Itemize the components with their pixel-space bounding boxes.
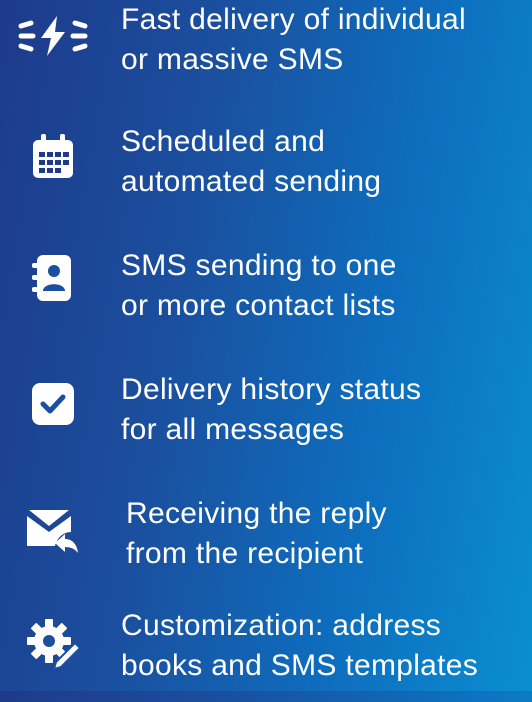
feature-text: Fast delivery of individual or massive S… bbox=[121, 0, 466, 80]
feature-line-1: Receiving the reply bbox=[126, 497, 387, 530]
feature-text: Scheduled and automated sending bbox=[121, 122, 381, 202]
feature-item-customization: Customization: address books and SMS tem… bbox=[0, 602, 532, 702]
feature-line-1: Fast delivery of individual bbox=[121, 3, 466, 36]
feature-text: SMS sending to one or more contact lists bbox=[121, 246, 397, 326]
settings-pen-icon bbox=[10, 614, 96, 674]
lightning-icon bbox=[10, 6, 96, 66]
feature-line-1: Scheduled and bbox=[121, 125, 326, 158]
feature-line-1: Delivery history status bbox=[121, 373, 422, 406]
mail-reply-icon bbox=[10, 498, 96, 558]
feature-line-1: Customization: address bbox=[121, 609, 442, 642]
feature-line-2: or massive SMS bbox=[121, 43, 344, 76]
feature-item-contact-lists: SMS sending to one or more contact lists bbox=[0, 240, 532, 340]
feature-line-2: from the recipient bbox=[126, 537, 364, 570]
feature-line-2: or more contact lists bbox=[121, 289, 396, 322]
feature-item-fast-delivery: Fast delivery of individual or massive S… bbox=[0, 0, 532, 100]
feature-text: Delivery history status for all messages bbox=[121, 370, 421, 450]
checkbox-icon bbox=[10, 374, 96, 434]
feature-line-1: SMS sending to one bbox=[121, 249, 397, 282]
feature-line-2: for all messages bbox=[121, 413, 345, 446]
feature-line-2: books and SMS templates bbox=[121, 649, 479, 682]
calendar-icon bbox=[10, 126, 96, 186]
contact-card-icon bbox=[10, 248, 96, 308]
feature-text: Customization: address books and SMS tem… bbox=[121, 606, 478, 686]
feature-item-receive-reply: Receiving the reply from the recipient bbox=[0, 488, 532, 588]
feature-line-2: automated sending bbox=[121, 165, 382, 198]
feature-text: Receiving the reply from the recipient bbox=[126, 494, 387, 574]
feature-item-scheduled-sending: Scheduled and automated sending bbox=[0, 114, 532, 214]
feature-item-delivery-history: Delivery history status for all messages bbox=[0, 362, 532, 462]
feature-list: Fast delivery of individual or massive S… bbox=[0, 0, 532, 691]
